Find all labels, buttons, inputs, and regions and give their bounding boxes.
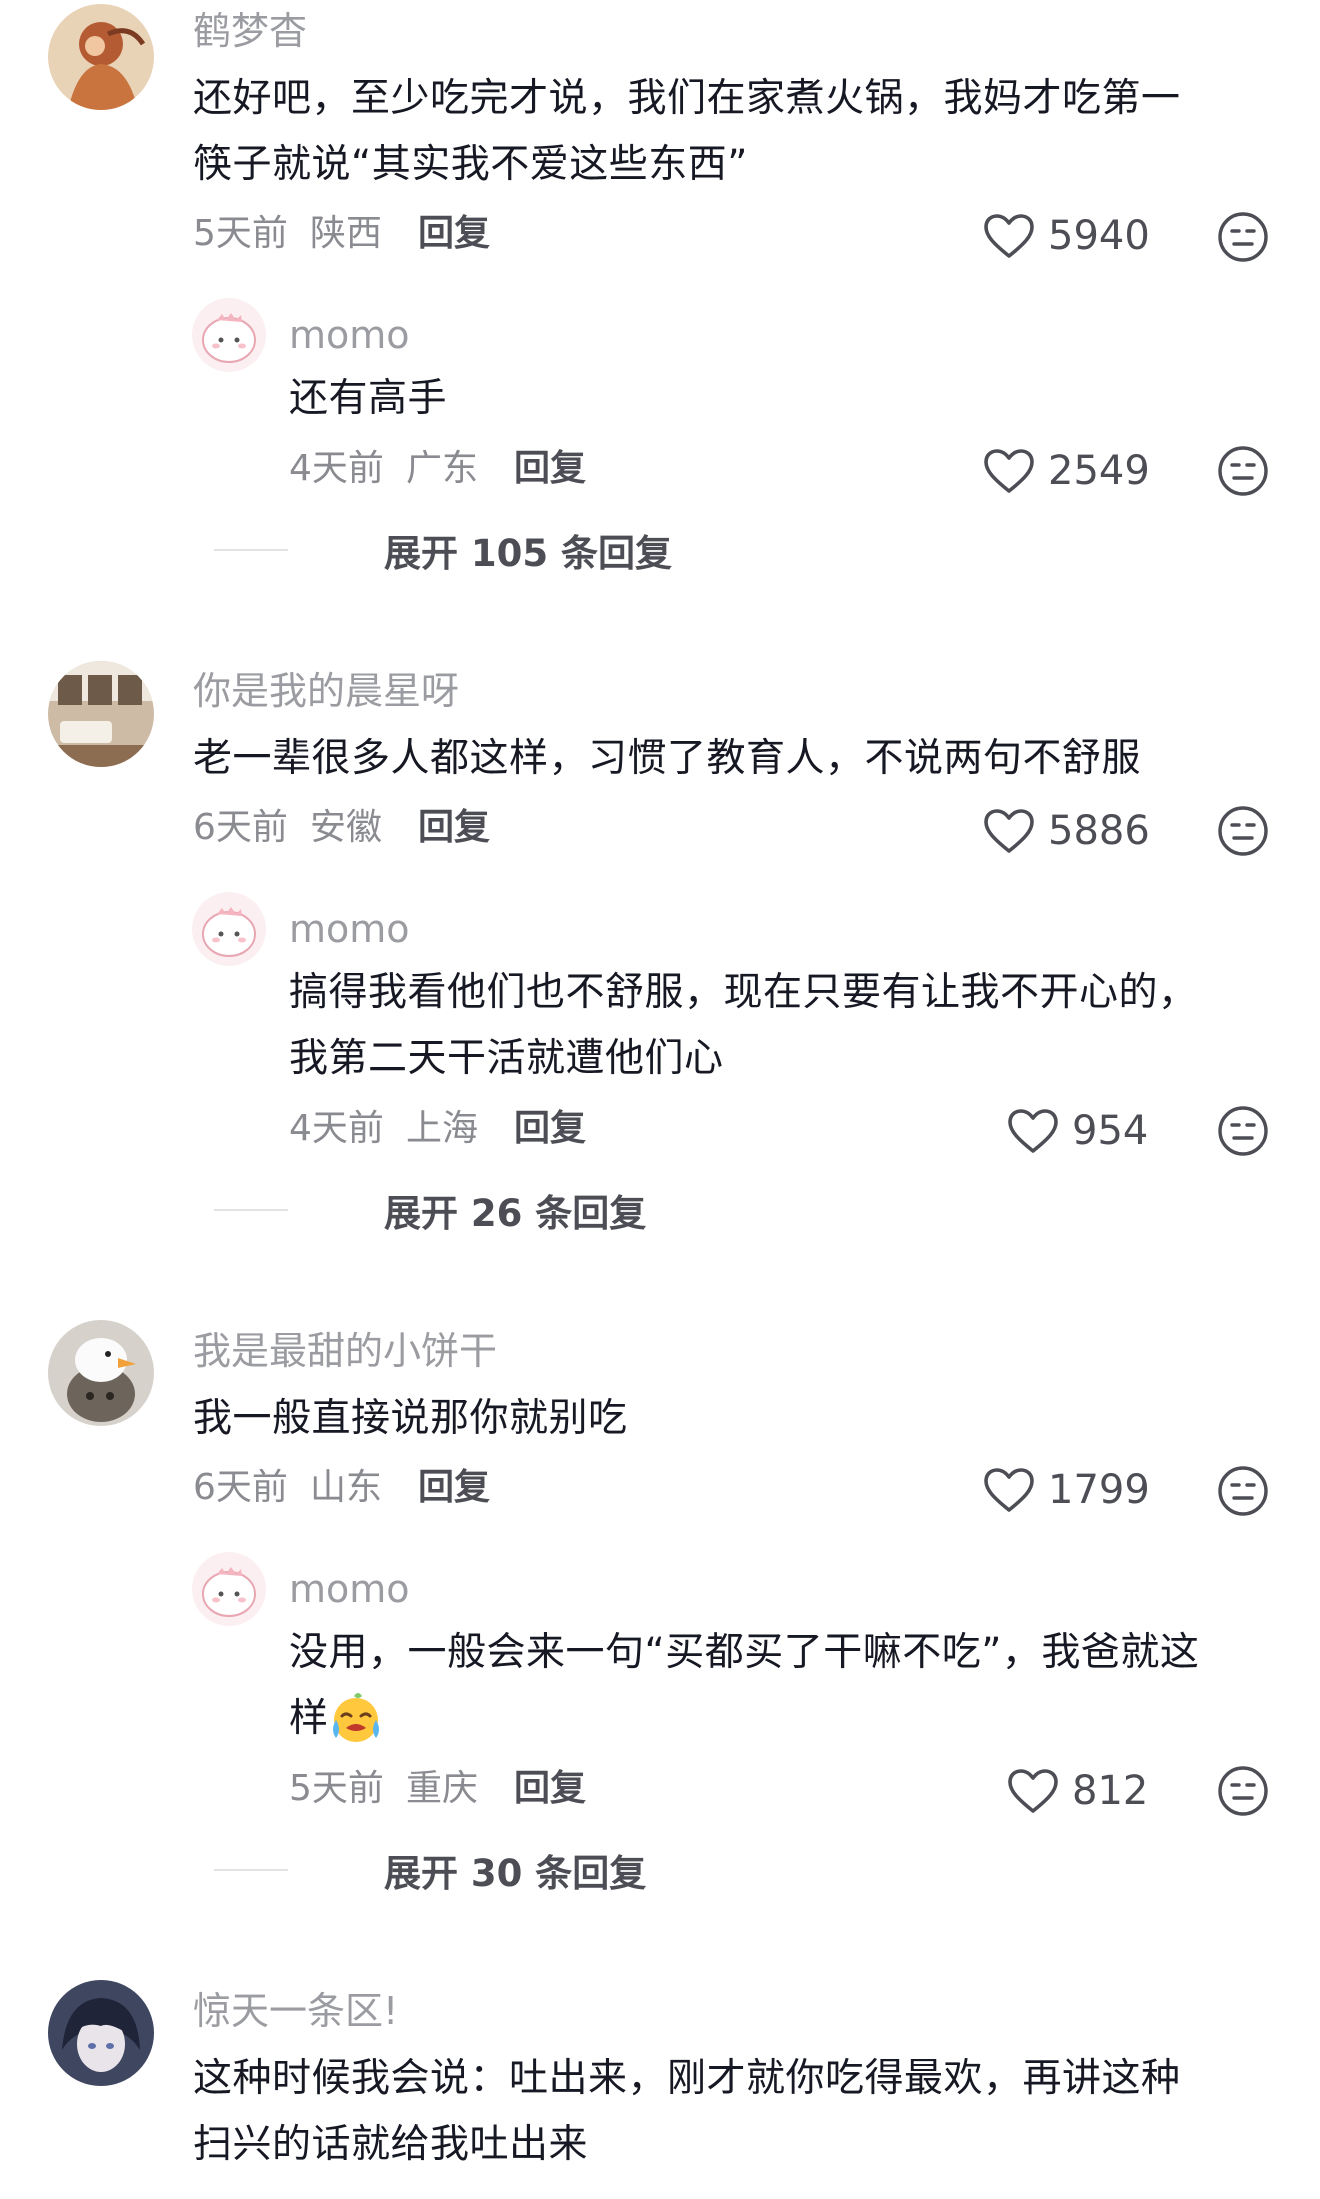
reply-time: 5天前 xyxy=(289,1768,384,1809)
reply-time: 4天前 xyxy=(289,448,384,489)
neutral-face-icon[interactable] xyxy=(1216,1464,1270,1518)
avatar[interactable] xyxy=(48,1980,154,2086)
neutral-face-icon[interactable] xyxy=(1216,210,1270,264)
like-count: 954 xyxy=(1072,1108,1149,1154)
reply-button[interactable]: 回复 xyxy=(514,451,586,487)
reply-text-line: 没用，一般会来一句“买都买了干嘛不吃”，我爸就这 xyxy=(289,1630,1200,1675)
heart-outline-icon xyxy=(1008,1109,1058,1153)
neutral-face-icon[interactable] xyxy=(1216,1104,1270,1158)
heart-outline-icon xyxy=(984,809,1034,853)
heart-outline-icon xyxy=(984,1468,1034,1512)
reply-location: 广东 xyxy=(406,448,479,489)
like-count: 5940 xyxy=(1048,213,1150,259)
like-button[interactable]: 1799 xyxy=(982,1462,1150,1518)
reply-avatar[interactable] xyxy=(192,892,266,966)
comment-location: 安徽 xyxy=(310,807,383,848)
reply-location: 重庆 xyxy=(406,1768,479,1809)
reply-username[interactable]: momo xyxy=(289,910,410,948)
expand-replies[interactable]: 展开 26 条回复 xyxy=(214,1188,646,1235)
reply-text-line: 样 xyxy=(289,1696,329,1741)
avatar[interactable] xyxy=(48,4,154,110)
like-count: 5886 xyxy=(1048,808,1150,854)
divider-line xyxy=(214,1869,288,1871)
reply-avatar[interactable] xyxy=(192,1552,266,1626)
comment-username[interactable]: 我是最甜的小饼干 xyxy=(193,1332,497,1370)
comment-text-line: 筷子就说“其实我不爱这些东西” xyxy=(193,142,748,187)
reply-button[interactable]: 回复 xyxy=(514,1111,586,1147)
expand-replies-label: 展开 26 条回复 xyxy=(384,1192,647,1235)
divider-line xyxy=(214,549,288,551)
crying-face-emoji xyxy=(333,1693,379,1742)
reply-time: 4天前 xyxy=(289,1108,384,1149)
like-count: 812 xyxy=(1072,1768,1149,1814)
comment-username[interactable]: 惊天一条区! xyxy=(193,1992,398,2030)
expand-replies-label: 展开 30 条回复 xyxy=(384,1852,647,1895)
like-button[interactable]: 954 xyxy=(1006,1103,1148,1159)
neutral-face-icon[interactable] xyxy=(1216,804,1270,858)
comment-location: 山东 xyxy=(310,1467,383,1508)
comment-username[interactable]: 鹤梦杳 xyxy=(193,12,307,50)
reply-button[interactable]: 回复 xyxy=(514,1771,586,1807)
reply-text-line: 还有高手 xyxy=(289,376,448,421)
expand-replies[interactable]: 展开 105 条回复 xyxy=(214,528,672,575)
reply-text-line: 搞得我看他们也不舒服，现在只要有让我不开心的， xyxy=(289,970,1198,1015)
like-button[interactable]: 2549 xyxy=(982,443,1150,499)
heart-outline-icon xyxy=(984,449,1034,493)
reply-location: 上海 xyxy=(406,1108,479,1149)
like-count: 2549 xyxy=(1048,448,1150,494)
like-button[interactable]: 5886 xyxy=(982,803,1150,859)
reply-button[interactable]: 回复 xyxy=(418,810,490,846)
reply-username[interactable]: momo xyxy=(289,316,410,354)
comment-time: 5天前 xyxy=(193,213,288,254)
avatar[interactable] xyxy=(48,661,154,767)
comment-time: 6天前 xyxy=(193,1467,288,1508)
reply-username[interactable]: momo xyxy=(289,1570,410,1608)
avatar[interactable] xyxy=(48,1320,154,1426)
comment-text-line: 这种时候我会说：吐出来，刚才就你吃得最欢，再讲这种 xyxy=(193,2056,1181,2101)
neutral-face-icon[interactable] xyxy=(1216,444,1270,498)
like-button[interactable]: 5940 xyxy=(982,208,1150,264)
expand-replies-label: 展开 105 条回复 xyxy=(384,532,672,575)
reply-avatar[interactable] xyxy=(192,298,266,372)
reply-button[interactable]: 回复 xyxy=(418,1470,490,1506)
comment-text-line: 老一辈很多人都这样，习惯了教育人，不说两句不舒服 xyxy=(193,736,1142,781)
like-button[interactable]: 812 xyxy=(1006,1763,1148,1819)
comment-time: 6天前 xyxy=(193,807,288,848)
comment-location: 陕西 xyxy=(310,213,383,254)
comment-text-line: 扫兴的话就给我吐出来 xyxy=(193,2122,589,2167)
comment-text-line: 我一般直接说那你就别吃 xyxy=(193,1396,628,1441)
reply-button[interactable]: 回复 xyxy=(418,216,490,252)
comment-username[interactable]: 你是我的晨星呀 xyxy=(193,672,459,710)
reply-text-line: 我第二天干活就遭他们心 xyxy=(289,1036,724,1081)
comment-text-line: 还好吧，至少吃完才说，我们在家煮火锅，我妈才吃第一 xyxy=(193,76,1181,121)
neutral-face-icon[interactable] xyxy=(1216,1764,1270,1818)
heart-outline-icon xyxy=(984,214,1034,258)
like-count: 1799 xyxy=(1048,1467,1150,1513)
heart-outline-icon xyxy=(1008,1769,1058,1813)
expand-replies[interactable]: 展开 30 条回复 xyxy=(214,1848,646,1895)
divider-line xyxy=(214,1209,288,1211)
